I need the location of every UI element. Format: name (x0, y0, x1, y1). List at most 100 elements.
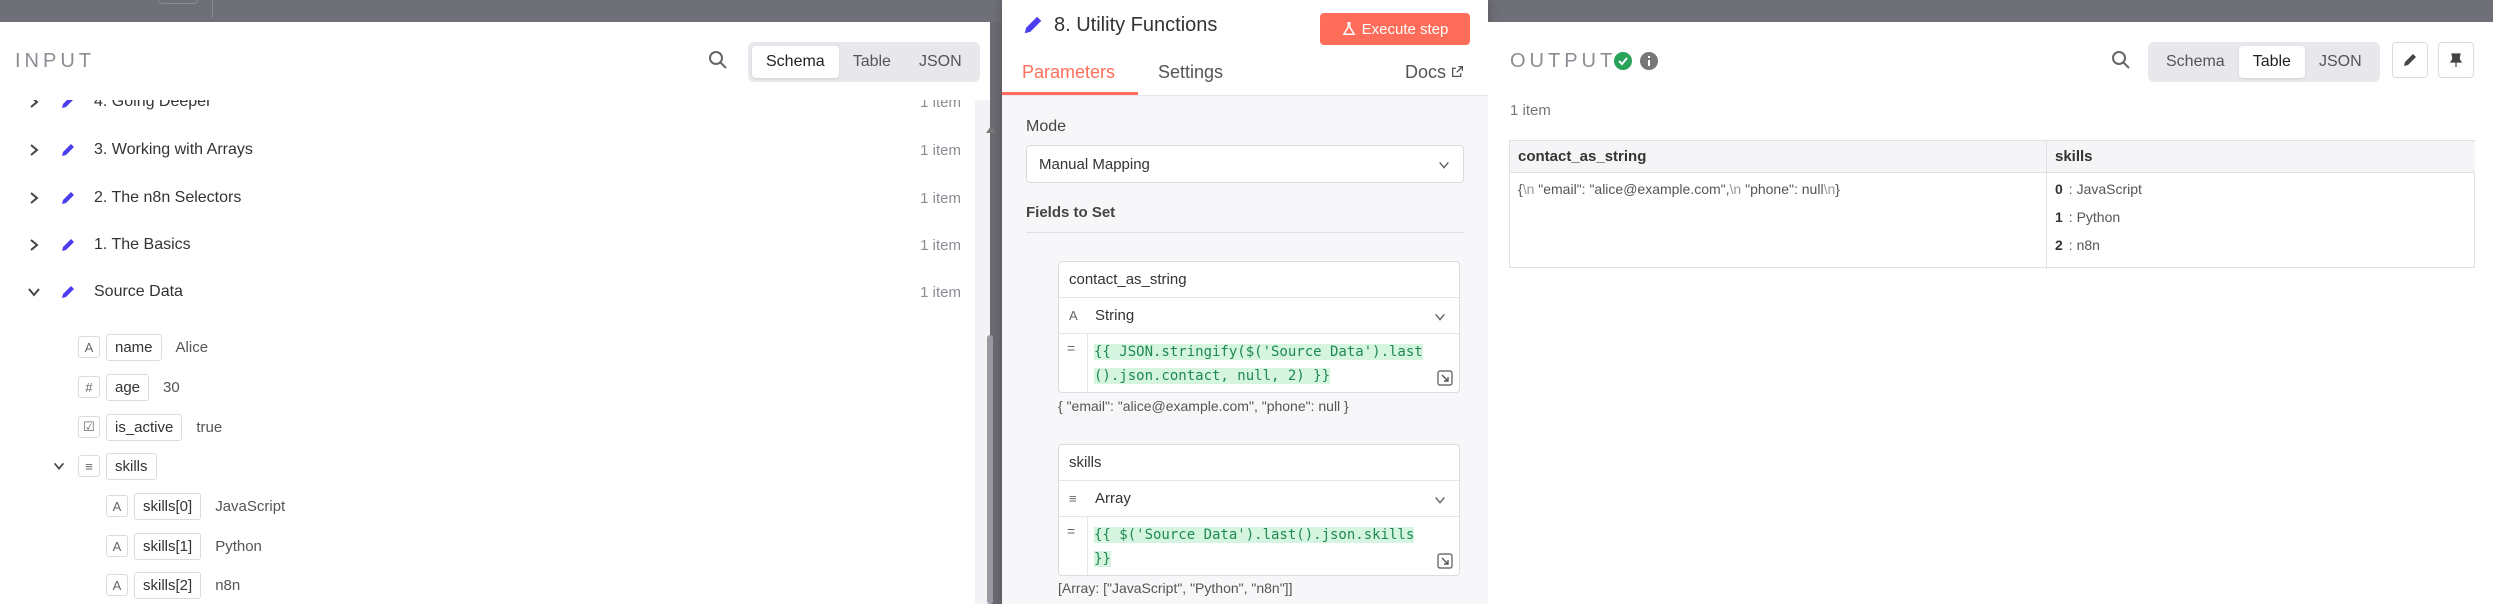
field-value: n8n (215, 576, 241, 594)
output-panel-title: OUTPUT (1510, 50, 1617, 72)
chevron-right-icon[interactable] (26, 237, 42, 253)
canvas-node-stub (158, 0, 198, 4)
array-type-icon: ≡ (78, 455, 100, 477)
list-item: 1: Python (2055, 203, 2475, 231)
edit-output-button[interactable] (2392, 42, 2428, 78)
input-view-switch: Schema Table JSON (748, 42, 980, 82)
chevron-right-icon[interactable] (26, 190, 42, 206)
pin-data-button[interactable] (2438, 42, 2474, 78)
field-name[interactable]: skills (106, 452, 157, 480)
execute-step-button[interactable]: Execute step (1320, 13, 1470, 45)
output-items-count: 1 item (1510, 102, 1551, 119)
field-value: Python (215, 537, 262, 555)
schema-field-is-active[interactable]: ☑ is_active true (78, 412, 222, 442)
cell-text: "phone": null (1741, 181, 1824, 197)
output-view-table[interactable]: Table (2238, 46, 2305, 78)
assignment-expression[interactable]: = {{ JSON.stringify($('Source Data').las… (1059, 334, 1459, 392)
assignment-contact-as-string: contact_as_string A String = {{ JSON.str… (1058, 261, 1460, 393)
node-header: 8. Utility Functions Execute step (1002, 0, 1488, 50)
schema-field-skills-0[interactable]: A skills[0] JavaScript (106, 491, 285, 521)
equals-icon: = (1067, 340, 1076, 356)
assignment-type-value: String (1095, 307, 1135, 324)
chevron-down-icon[interactable] (26, 284, 42, 300)
output-search-icon[interactable] (2106, 45, 2136, 75)
schema-field-name[interactable]: A name Alice (78, 332, 208, 362)
expression-editor[interactable]: {{ JSON.stringify($('Source Data').last … (1087, 334, 1459, 392)
field-name[interactable]: skills[0] (134, 492, 202, 520)
tab-settings[interactable]: Settings (1158, 62, 1223, 83)
column-header[interactable]: skills (2047, 141, 2475, 173)
assignment-skills: skills ≡ Array = {{ $('Source Data').las… (1058, 444, 1460, 576)
skill-index: 0 (2055, 181, 2063, 197)
tree-node-going-deeper[interactable]: 4. Going Deeper 1 item (0, 100, 975, 122)
expand-editor-icon[interactable] (1437, 370, 1453, 386)
assignment-type-select[interactable]: ≡ Array (1059, 481, 1459, 517)
assignment-name-input[interactable]: skills (1059, 445, 1459, 481)
chevron-down-icon (1435, 496, 1445, 504)
tree-node-the-basics[interactable]: 1. The Basics 1 item (0, 225, 975, 265)
string-type-icon: A (106, 495, 128, 517)
string-type-icon: A (106, 574, 128, 596)
input-view-schema[interactable]: Schema (752, 46, 839, 78)
output-view-schema[interactable]: Schema (2152, 46, 2239, 78)
expression-line: {{ JSON.stringify($('Source Data').last (1094, 344, 1423, 360)
field-name[interactable]: is_active (106, 413, 183, 441)
input-search-icon[interactable] (703, 45, 733, 75)
field-name[interactable]: skills[1] (134, 532, 202, 560)
schema-field-skills-1[interactable]: A skills[1] Python (106, 531, 262, 561)
field-value: JavaScript (215, 497, 286, 515)
input-view-json[interactable]: JSON (905, 46, 976, 78)
tree-node-count: 1 item (920, 100, 961, 111)
schema-field-age[interactable]: # age 30 (78, 372, 180, 402)
tree-node-working-with-arrays[interactable]: 3. Working with Arrays 1 item (0, 130, 975, 170)
expression-preview: { "email": "alice@example.com", "phone":… (1058, 398, 1349, 414)
table-cell-contact[interactable]: {\n "email": "alice@example.com",\n "pho… (1510, 181, 2046, 197)
mode-label: Mode (1026, 118, 1067, 135)
input-schema-tree: 4. Going Deeper 1 item 3. Working with A… (0, 100, 975, 604)
fields-to-set-label: Fields to Set (1026, 204, 1116, 221)
pencil-icon (1024, 16, 1042, 34)
input-scrollbar-thumb[interactable] (987, 335, 993, 604)
tree-node-count: 1 item (920, 283, 961, 301)
assignment-name-input[interactable]: contact_as_string (1059, 262, 1459, 298)
tab-parameters[interactable]: Parameters (1022, 62, 1115, 83)
chevron-down-icon[interactable] (52, 459, 66, 473)
cell-text: "email": "alice@example.com", (1534, 181, 1730, 197)
node-title[interactable]: 8. Utility Functions (1054, 14, 1217, 37)
node-tabs: Parameters Settings Docs (1002, 52, 1488, 96)
string-type-icon: A (106, 535, 128, 557)
tree-node-source-data[interactable]: Source Data 1 item (0, 272, 975, 312)
active-tab-indicator (1002, 92, 1138, 95)
chevron-right-icon[interactable] (26, 142, 42, 158)
scroll-up-arrow-icon[interactable] (986, 126, 996, 133)
mode-select[interactable]: Manual Mapping (1026, 145, 1464, 183)
tree-node-n8n-selectors[interactable]: 2. The n8n Selectors 1 item (0, 178, 975, 218)
info-icon[interactable] (1640, 52, 1658, 70)
expression-editor[interactable]: {{ $('Source Data').last().json.skills }… (1087, 517, 1459, 575)
output-view-switch: Schema Table JSON (2148, 42, 2380, 82)
assignment-expression[interactable]: = {{ $('Source Data').last().json.skills… (1059, 517, 1459, 575)
input-panel-title: INPUT (15, 50, 95, 72)
newline-escape: \n (1729, 181, 1742, 197)
input-view-table[interactable]: Table (839, 46, 905, 78)
field-name[interactable]: name (106, 333, 162, 361)
schema-field-skills-2[interactable]: A skills[2] n8n (106, 570, 240, 600)
tree-node-count: 1 item (920, 141, 961, 159)
execute-step-label: Execute step (1361, 20, 1449, 38)
field-name[interactable]: age (106, 373, 150, 401)
pin-icon (2449, 53, 2463, 67)
column-header[interactable]: contact_as_string (1510, 141, 2046, 173)
newline-escape: \n (1522, 181, 1535, 197)
mode-select-value: Manual Mapping (1039, 155, 1150, 173)
schema-field-skills[interactable]: ≡ skills (52, 451, 157, 481)
output-table: contact_as_string skills {\n "email": "a… (1509, 140, 2475, 269)
docs-link[interactable]: Docs (1405, 62, 1464, 83)
output-view-json[interactable]: JSON (2305, 46, 2376, 78)
field-name[interactable]: skills[2] (134, 571, 202, 599)
pencil-icon (56, 100, 80, 114)
canvas-divider (212, 0, 213, 18)
assignment-type-select[interactable]: A String (1059, 298, 1459, 334)
table-cell-skills[interactable]: 0: JavaScript 1: Python 2: n8n (2047, 175, 2475, 259)
expand-editor-icon[interactable] (1437, 553, 1453, 569)
chevron-right-icon[interactable] (26, 100, 42, 110)
